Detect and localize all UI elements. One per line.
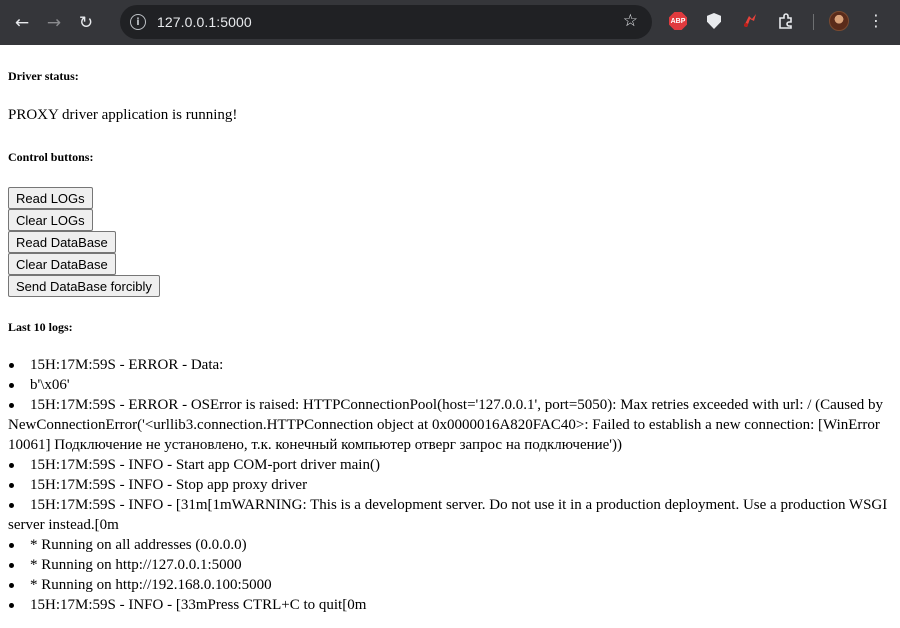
read-database-button[interactable]: Read DataBase: [8, 231, 116, 253]
browser-toolbar: ← → ↻ i 127.0.0.1:5000 ☆ ABP ⋮: [0, 0, 900, 45]
log-item: 15H:17M:59S - INFO - Start app COM-port …: [8, 455, 888, 475]
log-item: b'\x06': [8, 375, 888, 395]
star-icon[interactable]: ☆: [623, 11, 638, 31]
arrow-right-icon[interactable]: →: [40, 9, 68, 37]
abp-icon[interactable]: ABP: [667, 10, 689, 32]
log-item: 15H:17M:59S - INFO - [31m[1mWARNING: T…: [8, 495, 888, 535]
clear-logs-button[interactable]: Clear LOGs: [8, 209, 93, 231]
url-text[interactable]: 127.0.0.1:5000: [157, 14, 252, 30]
status-text: PROXY driver application is running!: [8, 107, 237, 124]
address-bar[interactable]: i 127.0.0.1:5000 ☆: [120, 5, 652, 39]
log-list: 15H:17M:59S - ERROR - Data: b'\x06' 15H:…: [8, 355, 888, 615]
toolbar-divider: [813, 14, 814, 30]
puzzle-icon[interactable]: [775, 10, 797, 32]
log-item: * Running on all addresses (0.0.0.0): [8, 535, 888, 555]
log-item: * Running on http://192.168.0.100:5000: [8, 575, 888, 595]
reload-icon[interactable]: ↻: [72, 9, 100, 37]
arrow-left-icon[interactable]: ←: [8, 9, 36, 37]
logs-heading: Last 10 logs:: [8, 320, 73, 335]
abp-badge: ABP: [669, 12, 687, 30]
driver-status-heading: Driver status:: [8, 69, 79, 84]
red-extension-icon[interactable]: [739, 10, 761, 32]
send-database-forcibly-button[interactable]: Send DataBase forcibly: [8, 275, 160, 297]
shield-icon[interactable]: [703, 10, 725, 32]
log-item: 15H:17M:59S - INFO - [33mPress CTRL+C t…: [8, 595, 888, 615]
read-logs-button[interactable]: Read LOGs: [8, 187, 93, 209]
log-item: 15H:17M:59S - INFO - Stop app proxy driv…: [8, 475, 888, 495]
log-item: 15H:17M:59S - ERROR - OSError is raised:…: [8, 395, 888, 455]
log-item: * Running on http://127.0.0.1:5000: [8, 555, 888, 575]
avatar[interactable]: [829, 11, 849, 31]
control-buttons-heading: Control buttons:: [8, 150, 93, 165]
clear-database-button[interactable]: Clear DataBase: [8, 253, 116, 275]
control-buttons: Read LOGs Clear LOGs Read DataBase Clear…: [8, 187, 160, 297]
log-item: 15H:17M:59S - ERROR - Data:: [8, 355, 888, 375]
info-icon[interactable]: i: [130, 14, 146, 30]
page-content: Driver status: PROXY driver application …: [0, 45, 900, 628]
more-vert-icon[interactable]: ⋮: [868, 12, 884, 30]
